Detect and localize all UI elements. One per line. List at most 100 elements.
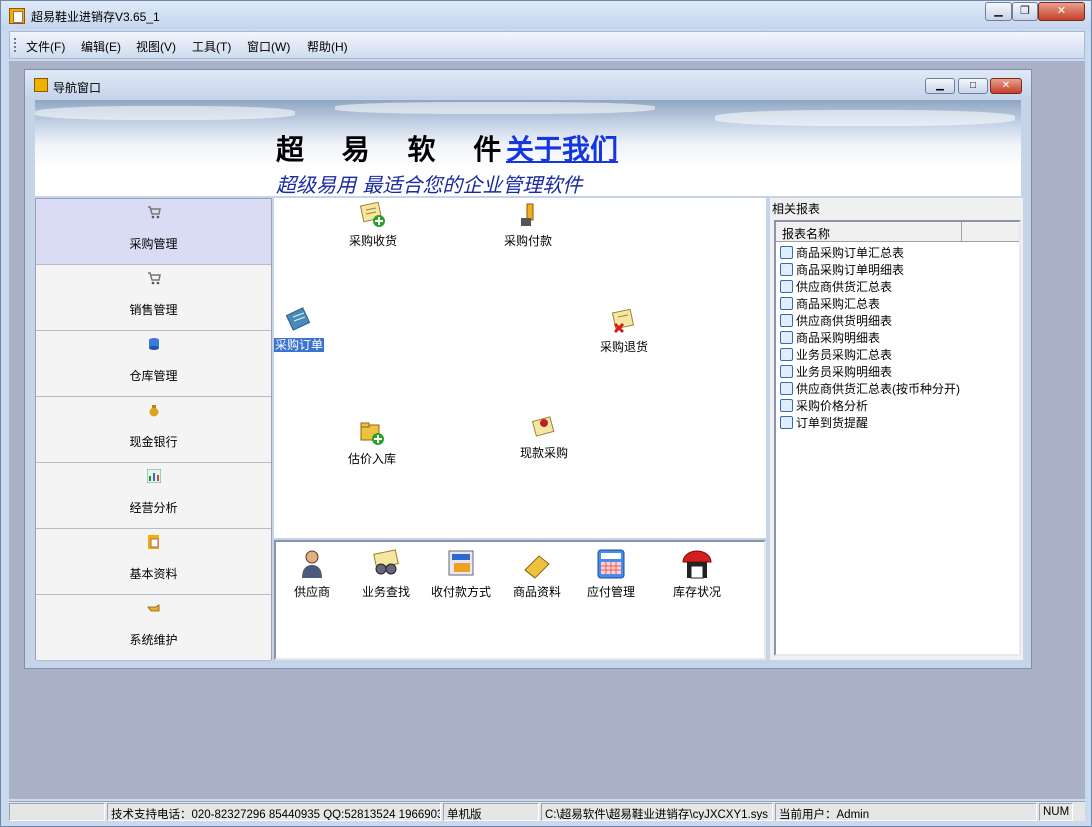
hand-pointer-icon <box>147 604 160 612</box>
reports-heading: 相关报表 <box>772 202 821 216</box>
note-delete-icon <box>611 308 635 334</box>
report-item[interactable]: 商品采购汇总表 <box>780 295 880 312</box>
nav-item-system[interactable]: 系统维护 <box>36 595 271 661</box>
quick-tools-panel: 供应商 业务查找 收付款方式 商品资料 应付管理 库存状况 <box>274 540 766 660</box>
binoculars-icon <box>373 549 399 575</box>
payment-method-tool[interactable]: 收付款方式 <box>431 548 491 600</box>
menu-view[interactable]: 视图(V) <box>136 38 176 55</box>
status-support-phone: 技术支持电话：020-82327296 85440935 QQ:52813524… <box>107 803 441 821</box>
item-label: 现款采购 <box>520 446 569 460</box>
menu-file[interactable]: 文件(F) <box>26 38 65 55</box>
mdi-workspace: 导航窗口 ▁ □ ✕ 超 易 软 件 关于我们 超级易用 最适合您的企业管理软件… <box>9 61 1085 799</box>
navigation-window: 导航窗口 ▁ □ ✕ 超 易 软 件 关于我们 超级易用 最适合您的企业管理软件… <box>24 69 1032 669</box>
close-button[interactable]: ✕ <box>1038 2 1085 21</box>
cloud-decoration <box>35 106 295 120</box>
payment-hand-icon <box>521 203 534 226</box>
nav-item-purchase[interactable]: 采购管理 <box>36 199 271 265</box>
minimize-icon: ▁ <box>994 5 1003 17</box>
tool-label: 业务查找 <box>362 585 411 599</box>
report-label: 商品采购订单汇总表 <box>796 246 905 260</box>
purchase-payment-item[interactable]: 采购付款 <box>504 202 552 249</box>
cart-icon <box>148 272 161 285</box>
report-label: 供应商供货明细表 <box>796 314 893 328</box>
child-minimize-button[interactable]: ▁ <box>925 78 955 94</box>
report-item[interactable]: 商品采购订单明细表 <box>780 261 904 278</box>
report-item[interactable]: 供应商供货明细表 <box>780 312 892 329</box>
note-add-icon <box>360 202 385 227</box>
folder-add-icon <box>360 422 384 445</box>
report-label: 商品采购订单明细表 <box>796 263 905 277</box>
item-label: 采购退货 <box>600 340 649 354</box>
menu-help[interactable]: 帮助(H) <box>307 38 348 55</box>
minimize-button[interactable]: ▁ <box>985 2 1012 21</box>
report-icon <box>780 416 793 429</box>
menu-window[interactable]: 窗口(W) <box>247 38 290 55</box>
nav-item-sales[interactable]: 销售管理 <box>36 265 271 331</box>
report-label: 业务员采购明细表 <box>796 365 893 379</box>
item-label: 采购订单 <box>274 338 325 352</box>
nav-item-analysis[interactable]: 经营分析 <box>36 463 271 529</box>
report-item[interactable]: 供应商供货汇总表(按币种分开) <box>780 380 960 397</box>
nav-item-label: 系统维护 <box>129 633 178 647</box>
navigation-window-title: 导航窗口 <box>53 81 102 95</box>
report-item[interactable]: 供应商供货汇总表 <box>780 278 892 295</box>
purchase-order-item[interactable]: 采购订单 <box>274 306 325 353</box>
reports-panel: 相关报表 报表名称 商品采购订单汇总表 商品采购订单明细表 供应商供货汇总表 商… <box>770 198 1023 660</box>
report-label: 供应商供货汇总表 <box>796 280 893 294</box>
child-close-button[interactable]: ✕ <box>990 78 1022 94</box>
app-window: 超易鞋业进销存V3.65_1 ▁ ❐ ✕ 文件(F) 编辑(E) 视图(V) 工… <box>0 0 1092 827</box>
close-icon: ✕ <box>1001 80 1011 91</box>
navigation-window-icon <box>34 78 48 92</box>
cash-purchase-item[interactable]: 现款采购 <box>520 414 568 461</box>
status-current-user: 当前用户：Admin <box>775 803 1037 821</box>
status-mode: 单机版 <box>443 803 539 821</box>
purchase-return-item[interactable]: 采购退货 <box>600 308 648 355</box>
report-icon <box>780 399 793 412</box>
bar-chart-icon <box>147 469 161 483</box>
nav-item-label: 采购管理 <box>129 237 178 251</box>
report-item[interactable]: 业务员采购汇总表 <box>780 346 892 363</box>
report-icon <box>780 348 793 361</box>
nav-item-cash-bank[interactable]: 现金银行 <box>36 397 271 463</box>
cloud-decoration <box>335 102 655 114</box>
status-file-path: C:\超易软件\超易鞋业进销存\cyJXCXY1.sys <box>541 803 773 821</box>
report-label: 采购价格分析 <box>796 399 869 413</box>
nav-item-label: 基本资料 <box>129 567 178 581</box>
report-item[interactable]: 订单到货提醒 <box>780 414 868 431</box>
report-icon <box>780 280 793 293</box>
tool-label: 应付管理 <box>587 585 636 599</box>
menu-edit[interactable]: 编辑(E) <box>81 38 121 55</box>
estimated-stock-in-item[interactable]: 估价入库 <box>348 420 396 467</box>
product-info-tool[interactable]: 商品资料 <box>513 548 561 600</box>
maximize-button[interactable]: ❐ <box>1012 2 1038 21</box>
report-item[interactable]: 商品采购订单汇总表 <box>780 244 904 261</box>
purchase-receipt-item[interactable]: 采购收货 <box>349 202 397 249</box>
report-list[interactable]: 报表名称 商品采购订单汇总表 商品采购订单明细表 供应商供货汇总表 商品采购汇总… <box>774 220 1021 656</box>
toolbar-grip-icon[interactable] <box>14 38 17 52</box>
about-us-link[interactable]: 关于我们 <box>506 128 618 168</box>
child-maximize-button[interactable]: □ <box>958 78 988 94</box>
report-name-column[interactable]: 报表名称 <box>776 222 962 242</box>
business-search-tool[interactable]: 业务查找 <box>362 548 410 600</box>
navigation-window-titlebar: 导航窗口 ▁ □ ✕ <box>25 70 1031 96</box>
tool-label: 库存状况 <box>673 585 722 599</box>
slogan: 超级易用 最适合您的企业管理软件 <box>276 173 583 196</box>
report-item[interactable]: 商品采购明细表 <box>780 329 880 346</box>
supplier-tool[interactable]: 供应商 <box>294 548 330 600</box>
module-nav: 采购管理 销售管理 仓库管理 现金银行 经营分析 基本资料 系统维护 <box>35 198 272 661</box>
nav-item-warehouse[interactable]: 仓库管理 <box>36 331 271 397</box>
report-label: 商品采购明细表 <box>796 331 881 345</box>
maximize-icon: □ <box>969 80 977 91</box>
nav-item-basic-data[interactable]: 基本资料 <box>36 529 271 595</box>
report-item[interactable]: 业务员采购明细表 <box>780 363 892 380</box>
banner: 超 易 软 件 关于我们 超级易用 最适合您的企业管理软件 <box>35 100 1021 196</box>
report-list-header: 报表名称 <box>776 222 1019 242</box>
inventory-status-tool[interactable]: 库存状况 <box>673 548 721 600</box>
report-item[interactable]: 采购价格分析 <box>780 397 868 414</box>
payables-tool[interactable]: 应付管理 <box>587 548 635 600</box>
receipt-icon <box>531 416 555 437</box>
nav-item-label: 现金银行 <box>129 435 178 449</box>
person-icon <box>302 550 322 578</box>
function-panel: 采购收货 采购付款 采购订单 采购退货 估价入库 现款采购 <box>274 198 766 538</box>
menu-tools[interactable]: 工具(T) <box>192 38 231 55</box>
